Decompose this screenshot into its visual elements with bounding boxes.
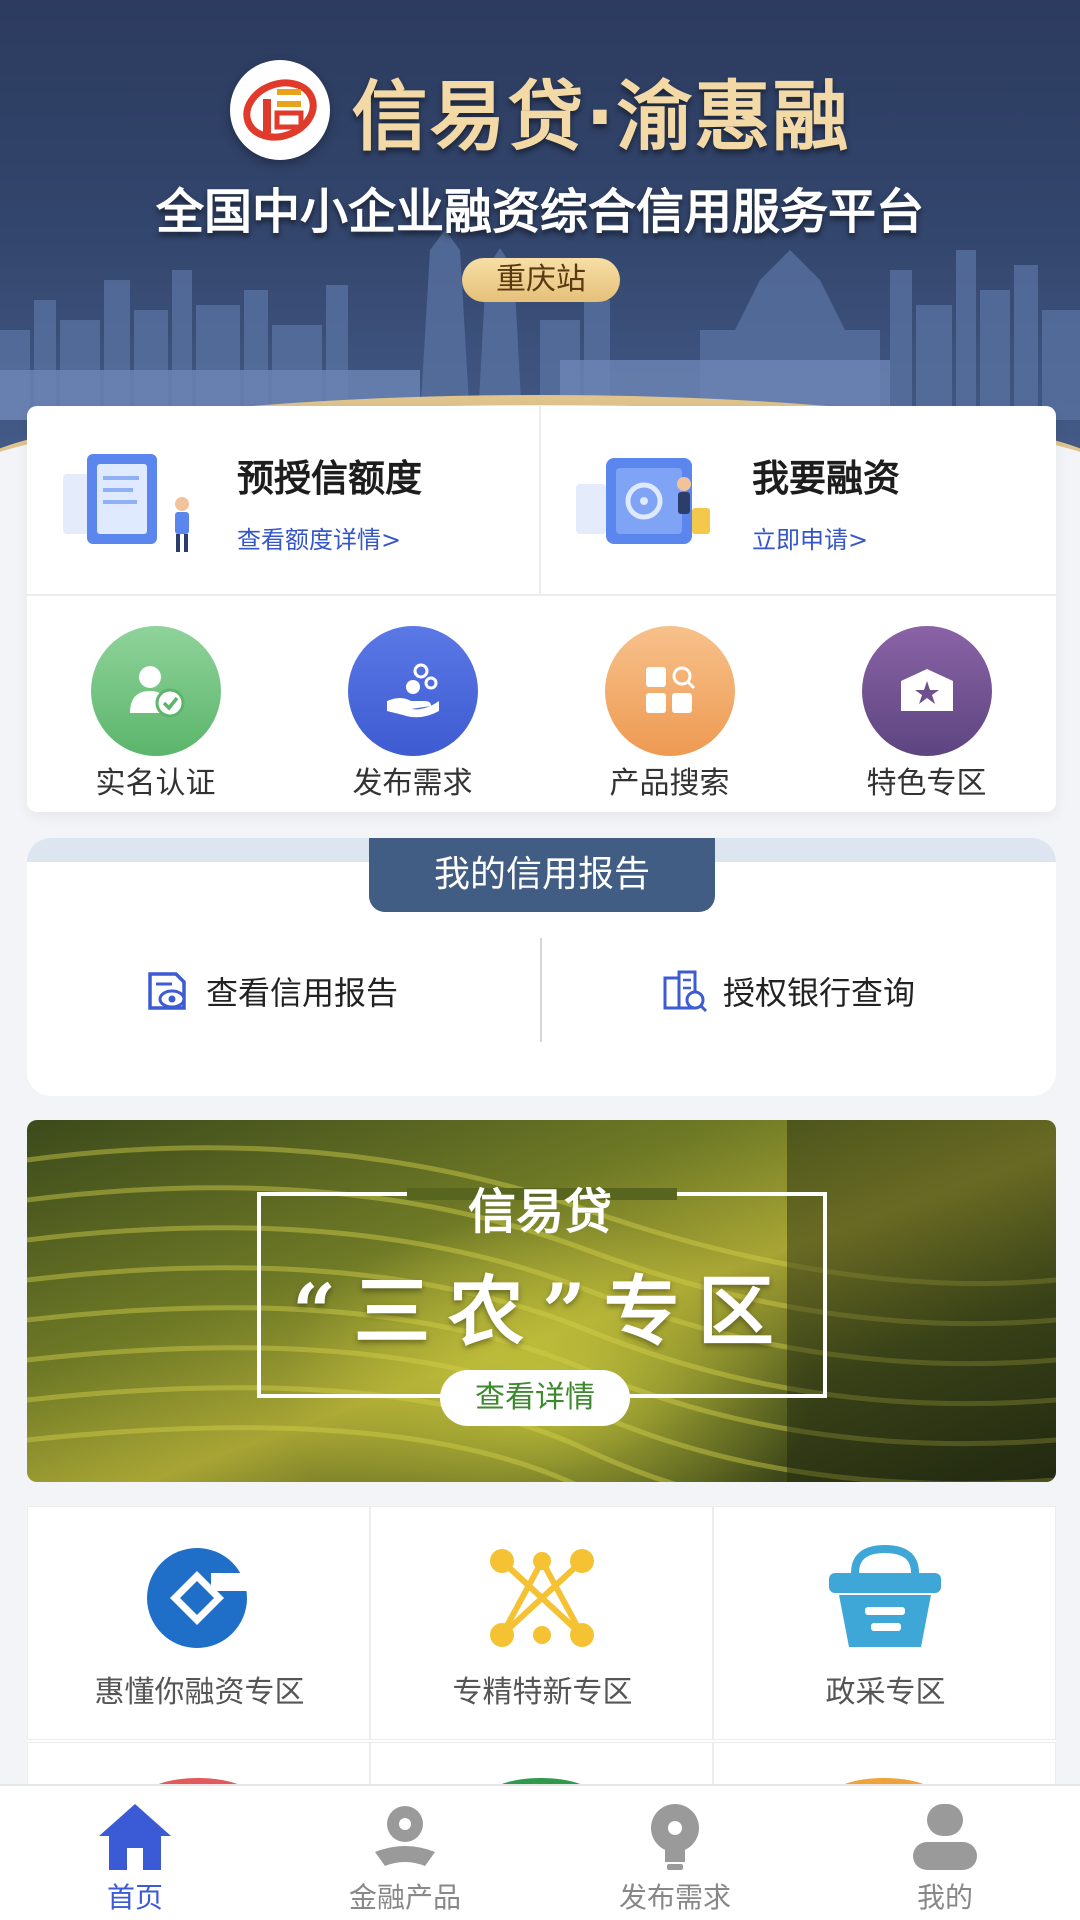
brand-logo [229, 60, 330, 160]
promo-top-caption: 信易贷 [467, 1184, 612, 1240]
quick-actions-card: 预授信额度 查看额度详情> 我要融资 立即申请> 实名认证 发布需求 产品搜索 … [27, 406, 1056, 812]
hand-bubbles-icon [348, 626, 478, 756]
credit-report-title: 我的信用报告 [369, 838, 715, 912]
grid-search-icon [605, 626, 735, 756]
building-search-icon [663, 970, 708, 1013]
tab-label: 首页 [106, 1881, 163, 1914]
ccb-logo-icon [147, 1548, 259, 1648]
shortcut-label: 实名认证 [95, 766, 216, 801]
apply-financing-link[interactable]: 立即申请> [752, 520, 868, 555]
shortcut-label: 发布需求 [352, 766, 473, 801]
pre-credit-limit-entry[interactable]: 预授信额度 查看额度详情> [27, 406, 541, 594]
bank-query-button[interactable]: 授权银行查询 [659, 946, 915, 1036]
promo-main-text: “三农”专区 [292, 1267, 792, 1356]
tab-finance-products[interactable]: 金融产品 [270, 1786, 540, 1920]
shortcut-publish-demand[interactable]: 发布需求 [284, 598, 541, 810]
view-credit-report-button[interactable]: 查看信用报告 [142, 946, 398, 1036]
document-illustration-icon [63, 454, 189, 552]
shortcut-label: 产品搜索 [609, 766, 730, 801]
bank-query-label: 授权银行查询 [723, 974, 916, 1012]
credit-report-card: 我的信用报告 查看信用报告 授权银行查询 [27, 838, 1056, 1096]
pre-credit-title: 预授信额度 [237, 457, 422, 500]
platform-subtitle: 全国中小企业融资综合信用服务平台 [155, 184, 924, 240]
network-nodes-icon [490, 1549, 594, 1647]
brand-title: 信易贷·渝惠融 [351, 72, 851, 161]
shortcut-real-name-auth[interactable]: 实名认证 [27, 598, 284, 810]
credit-divider [540, 938, 542, 1042]
apply-financing-title: 我要融资 [752, 457, 900, 500]
apply-financing-entry[interactable]: 我要融资 立即申请> [542, 406, 1056, 594]
promo-details-button[interactable]: 查看详情 [440, 1370, 630, 1426]
finance-product-icon [375, 1806, 435, 1866]
home-icon [99, 1804, 171, 1870]
verified-user-icon [91, 626, 221, 756]
tab-home[interactable]: 首页 [0, 1786, 270, 1920]
pre-credit-link[interactable]: 查看额度详情> [237, 520, 401, 555]
zone-huidongni[interactable]: 惠懂你融资专区 [27, 1506, 370, 1740]
zone-procurement[interactable]: 政采专区 [713, 1506, 1056, 1740]
shopping-basket-icon [829, 1544, 941, 1647]
zones-grid: 惠懂你融资专区 专精特新专区 政采专区 [27, 1506, 1056, 1806]
safe-box-illustration-icon [576, 458, 710, 544]
report-eye-icon [148, 972, 186, 1010]
bottom-tab-bar: 首页 金融产品 发布需求 我的 [0, 1784, 1080, 1920]
zone-label: 政采专区 [825, 1675, 946, 1710]
station-badge[interactable]: 重庆站 [462, 258, 620, 302]
tab-label: 发布需求 [618, 1881, 731, 1914]
tab-label: 金融产品 [348, 1881, 461, 1914]
tab-publish-demand[interactable]: 发布需求 [540, 1786, 810, 1920]
zone-label: 惠懂你融资专区 [94, 1675, 305, 1710]
shortcut-product-search[interactable]: 产品搜索 [541, 598, 798, 810]
shortcut-featured-zone[interactable]: 特色专区 [798, 598, 1055, 810]
shortcut-label: 特色专区 [866, 766, 987, 801]
zone-specialized[interactable]: 专精特新专区 [370, 1506, 713, 1740]
zone-label: 专精特新专区 [452, 1675, 633, 1710]
agriculture-zone-banner[interactable]: 信易贷 “三农”专区 查看详情 [27, 1120, 1056, 1482]
tab-mine[interactable]: 我的 [810, 1786, 1080, 1920]
user-icon [913, 1804, 977, 1870]
view-credit-report-label: 查看信用报告 [206, 974, 399, 1012]
tab-label: 我的 [916, 1881, 973, 1914]
lightbulb-icon [651, 1804, 699, 1870]
star-envelope-icon [862, 626, 992, 756]
